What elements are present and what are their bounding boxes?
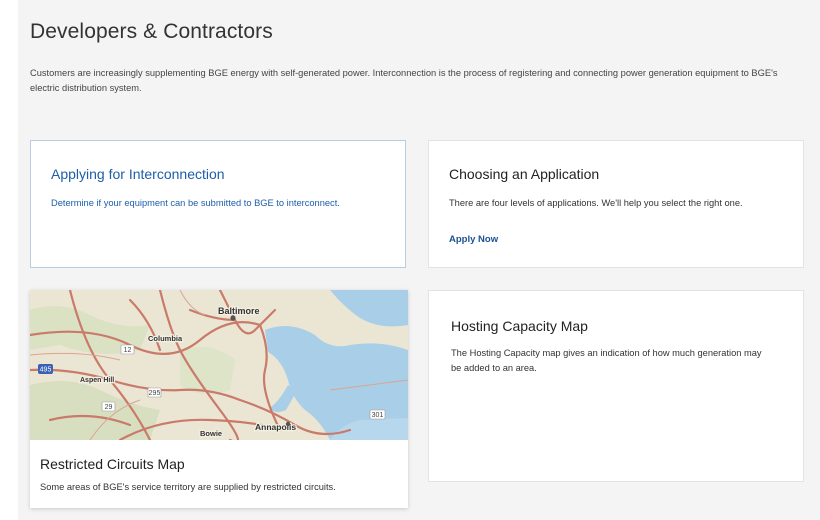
card-text: There are four levels of applications. W…: [449, 198, 743, 208]
route-12-label: 12: [124, 347, 132, 354]
card-applying-interconnection[interactable]: Applying for Interconnection Determine i…: [30, 140, 406, 268]
card-title[interactable]: Hosting Capacity Map: [451, 318, 588, 334]
annapolis-label: Annapolis: [255, 422, 296, 432]
route-295-label: 295: [149, 390, 161, 397]
aspen-hill-label: Aspen Hill: [80, 377, 114, 384]
card-title[interactable]: Choosing an Application: [449, 166, 599, 182]
route-301-label: 301: [372, 412, 384, 419]
baltimore-label: Baltimore: [218, 306, 260, 316]
bowie-label: Bowie: [200, 429, 222, 438]
card-choosing-application[interactable]: Choosing an Application There are four l…: [428, 140, 804, 268]
card-title[interactable]: Restricted Circuits Map: [40, 456, 185, 472]
page-content: Developers & Contractors Customers are i…: [18, 0, 820, 520]
page-title: Developers & Contractors: [30, 20, 273, 43]
intro-text: Customers are increasingly supplementing…: [30, 68, 778, 93]
route-495-label: 495: [40, 367, 52, 374]
card-title[interactable]: Applying for Interconnection: [51, 166, 225, 182]
restricted-circuits-map-image[interactable]: 12 295 29 495 301 Baltimore Columbia Asp…: [30, 290, 408, 440]
map-graphic: 12 295 29 495 301 Baltimore Columbia Asp…: [30, 290, 408, 440]
card-text: The Hosting Capacity map gives an indica…: [451, 348, 762, 373]
card-hosting-capacity[interactable]: Hosting Capacity Map The Hosting Capacit…: [428, 290, 804, 482]
card-text: Some areas of BGE's service territory ar…: [40, 482, 336, 492]
card-text: Determine if your equipment can be submi…: [51, 198, 340, 208]
apply-now-link[interactable]: Apply Now: [449, 234, 498, 245]
columbia-label: Columbia: [148, 334, 183, 343]
card-restricted-circuits[interactable]: 12 295 29 495 301 Baltimore Columbia Asp…: [30, 290, 408, 508]
route-29-label: 29: [105, 404, 113, 411]
